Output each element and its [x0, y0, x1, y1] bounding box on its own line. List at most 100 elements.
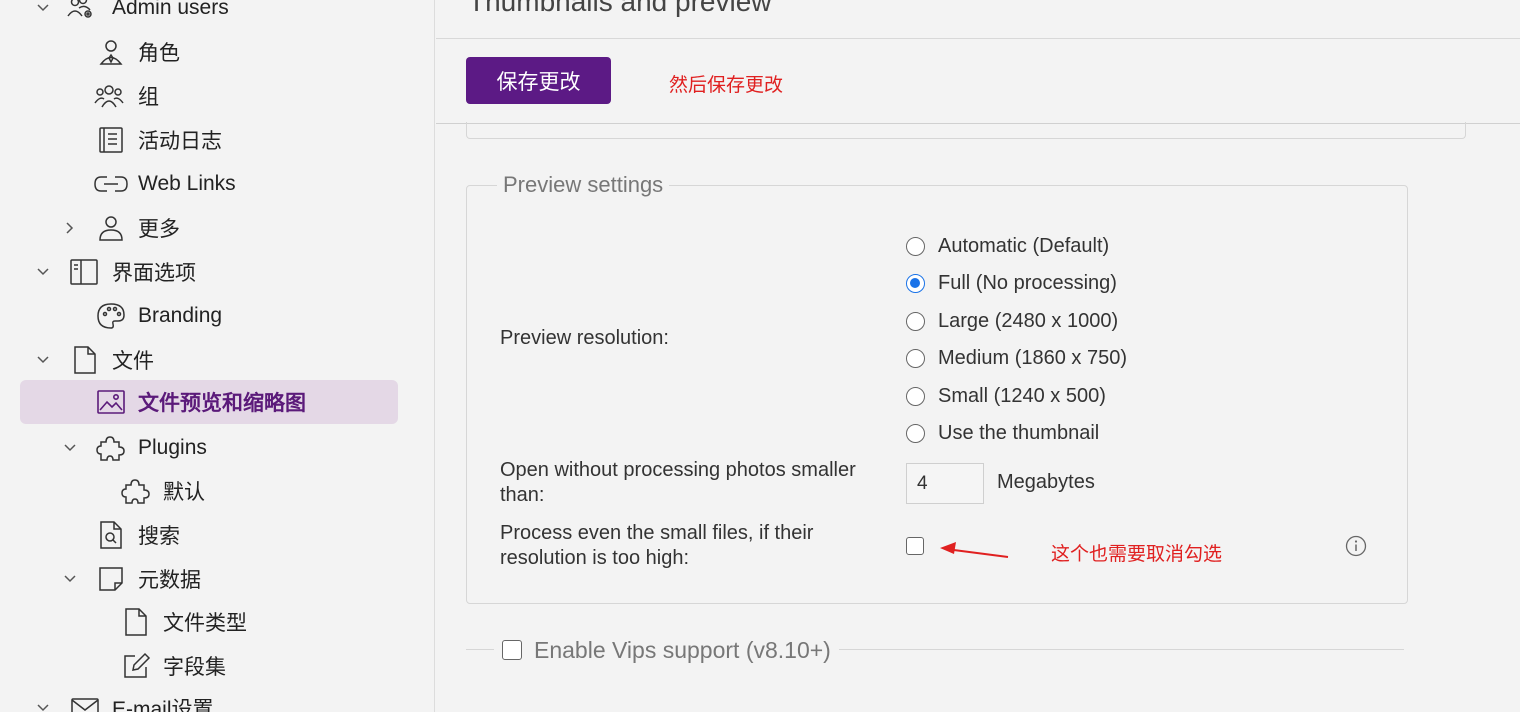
process-small-files-checkbox[interactable] — [906, 537, 924, 555]
mail-icon — [71, 698, 99, 712]
sidebar-item-groups[interactable]: 组 — [0, 74, 435, 118]
preview-resolution-label: Preview resolution: — [500, 327, 669, 349]
radio-label: Small (1240 x 500) — [938, 384, 1106, 407]
user-icon — [99, 216, 123, 241]
sidebar-item-file-preview[interactable]: 文件预览和缩略图 — [20, 380, 398, 424]
resolution-option-full[interactable]: Full (No processing) — [906, 268, 1117, 298]
open-without-processing-label: Open without processing photos smaller t… — [500, 458, 856, 508]
sidebar-item-label: 元数据 — [138, 569, 201, 592]
chevron-down-icon[interactable] — [63, 441, 77, 455]
sidebar-item-interface-options[interactable]: 界面选项 — [0, 250, 435, 294]
search-file-icon — [100, 521, 122, 549]
chevron-down-icon[interactable] — [36, 701, 50, 712]
file-icon — [74, 346, 96, 374]
radio-button[interactable] — [906, 386, 925, 406]
resolution-option-small[interactable]: Small (1240 x 500) — [906, 381, 1106, 411]
main-content: Thumbnails and preview 保存更改 然后保存更改 Previ… — [436, 0, 1520, 712]
sidebar-item-search[interactable]: 搜索 — [0, 513, 435, 557]
sidebar-item-label: Plugins — [138, 436, 207, 459]
chevron-down-icon[interactable] — [36, 1, 50, 15]
chevron-down-icon[interactable] — [63, 572, 77, 586]
sidebar-item-default[interactable]: 默认 — [0, 469, 435, 513]
page-title: Thumbnails and preview — [468, 0, 772, 17]
sidebar-item-branding[interactable]: Branding — [0, 294, 435, 338]
sidebar-item-label: 角色 — [138, 42, 180, 65]
sidebar-item-label: 搜索 — [138, 525, 180, 548]
resolution-option-large[interactable]: Large (2480 x 1000) — [906, 306, 1118, 336]
save-button[interactable]: 保存更改 — [466, 57, 611, 104]
radio-label: Full (No processing) — [938, 271, 1117, 294]
sidebar-item-label: E-mail设置 — [112, 698, 214, 712]
resolution-option-automatic[interactable]: Automatic (Default) — [906, 231, 1109, 261]
sidebar-item-roles[interactable]: 角色 — [0, 30, 435, 74]
sidebar-item-files[interactable]: 文件 — [0, 338, 435, 382]
sidebar-item-plugins[interactable]: Plugins — [0, 426, 435, 470]
label-line: Open without processing photos smaller — [500, 459, 856, 481]
chevron-down-icon[interactable] — [36, 265, 50, 279]
sidebar-item-admin-users[interactable]: Admin users — [0, 0, 435, 30]
sidebar-item-label: 界面选项 — [112, 262, 196, 285]
file-icon — [125, 608, 147, 636]
layout-icon — [70, 259, 98, 285]
sidebar-item-activity-log[interactable]: 活动日志 — [0, 118, 435, 162]
vips-support-row[interactable]: Enable Vips support (v8.10+) — [494, 635, 839, 665]
puzzle-icon — [121, 479, 150, 504]
radio-label: Automatic (Default) — [938, 234, 1110, 257]
label-line: than: — [500, 484, 545, 506]
chevron-down-icon[interactable] — [36, 353, 50, 367]
sidebar-item-fieldsets[interactable]: 字段集 — [0, 644, 435, 688]
activity-log-icon — [99, 127, 123, 153]
puzzle-icon — [96, 436, 125, 461]
sidebar-item-label: Admin users — [112, 0, 229, 19]
radio-button[interactable] — [906, 423, 925, 443]
sidebar-item-label: 更多 — [138, 218, 180, 241]
label-line: resolution is too high: — [500, 547, 690, 569]
radio-button[interactable] — [906, 311, 925, 331]
divider — [436, 38, 1520, 39]
sidebar-item-file-types[interactable]: 文件类型 — [0, 600, 435, 644]
sidebar-item-label: Branding — [138, 304, 223, 327]
sidebar-item-label: 文件类型 — [163, 612, 247, 635]
sidebar-item-label: 文件预览和缩略图 — [138, 392, 306, 415]
preview-settings-legend: Preview settings — [503, 172, 664, 197]
vips-support-label: Enable Vips support (v8.10+) — [534, 636, 831, 663]
radio-button[interactable] — [906, 348, 925, 368]
image-icon — [97, 390, 125, 414]
edit-icon — [124, 652, 151, 678]
palette-icon — [97, 303, 125, 329]
vips-support-checkbox[interactable] — [502, 640, 522, 660]
max-size-input[interactable] — [906, 463, 984, 504]
sidebar-item-label: Web Links — [138, 172, 236, 195]
arrow-annotation-icon — [940, 542, 1009, 558]
sidebar-item-label: 活动日志 — [138, 130, 222, 153]
radio-button-checked[interactable] — [906, 273, 925, 293]
radio-label: Medium (1860 x 750) — [938, 346, 1127, 369]
sidebar-item-label: 字段集 — [163, 656, 226, 679]
previous-section-border — [466, 122, 1466, 139]
sidebar-item-label: 默认 — [163, 481, 205, 504]
sidebar-item-web-links[interactable]: Web Links — [0, 162, 435, 206]
role-icon — [99, 40, 123, 65]
link-icon — [94, 176, 128, 192]
save-annotation: 然后保存更改 — [669, 75, 784, 96]
sidebar-item-metadata[interactable]: 元数据 — [0, 557, 435, 601]
size-unit-label: Megabytes — [997, 471, 1095, 493]
sidebar-item-more[interactable]: 更多 — [0, 206, 435, 250]
sidebar-item-email-settings[interactable]: E-mail设置 — [0, 686, 435, 712]
uncheck-annotation: 这个也需要取消勾选 — [1051, 544, 1223, 565]
sidebar: Admin users 角色 组 活动日志 Web Links 更多 界面选项 … — [0, 0, 435, 712]
radio-button[interactable] — [906, 236, 925, 256]
sidebar-item-label: 组 — [138, 86, 159, 109]
radio-label: Large (2480 x 1000) — [938, 309, 1119, 332]
process-small-files-label: Process even the small files, if their r… — [500, 521, 813, 571]
group-icon — [94, 85, 124, 108]
admin-users-icon — [67, 0, 92, 18]
info-icon[interactable] — [1345, 535, 1367, 557]
chevron-right-icon[interactable] — [63, 221, 77, 235]
resolution-option-thumbnail[interactable]: Use the thumbnail — [906, 418, 1099, 448]
sidebar-item-label: 文件 — [112, 350, 154, 373]
label-line: Process even the small files, if their — [500, 522, 814, 544]
note-icon — [99, 567, 123, 591]
radio-label: Use the thumbnail — [938, 421, 1100, 444]
resolution-option-medium[interactable]: Medium (1860 x 750) — [906, 343, 1127, 373]
